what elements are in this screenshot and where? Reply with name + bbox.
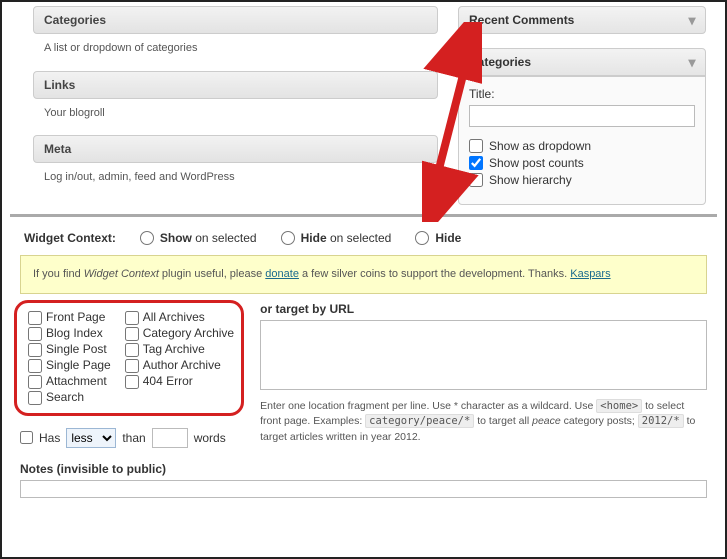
has-words-checkbox[interactable] (20, 431, 33, 444)
target-checkbox[interactable] (125, 327, 139, 341)
label: words (194, 431, 226, 445)
target-category-archive[interactable]: Category Archive (125, 326, 234, 341)
widget-title: Meta (33, 135, 438, 163)
target-label: 404 Error (143, 374, 193, 388)
available-widget-links[interactable]: Links Your blogroll (8, 71, 438, 122)
target-checkbox[interactable] (28, 327, 42, 341)
target-all-archives[interactable]: All Archives (125, 310, 234, 325)
target-label: Single Page (46, 358, 111, 372)
chevron-down-icon[interactable]: ▾ (681, 51, 703, 73)
sidebar-widget-categories-header[interactable]: Categories ▾ (458, 48, 706, 76)
target-label: Search (46, 390, 84, 404)
target-checkbox[interactable] (28, 343, 42, 357)
target-label: Category Archive (143, 326, 234, 340)
target-single-post[interactable]: Single Post (28, 342, 111, 357)
widget-title: Categories (469, 55, 531, 69)
title-input[interactable] (469, 105, 695, 127)
target-label: Front Page (46, 310, 105, 324)
torn-edge-decoration (2, 541, 725, 557)
chevron-down-icon[interactable]: ▾ (681, 9, 703, 31)
checkbox-label: Show post counts (489, 156, 584, 170)
mode-show-on-selected[interactable]: Show on selected (140, 231, 257, 245)
available-widget-categories[interactable]: Categories A list or dropdown of categor… (8, 6, 438, 57)
target-blog-index[interactable]: Blog Index (28, 326, 111, 341)
available-widgets-column: Categories A list or dropdown of categor… (8, 6, 438, 205)
label: than (122, 431, 145, 445)
target-checkbox[interactable] (125, 375, 139, 389)
mode-hide[interactable]: Hide (415, 231, 461, 245)
target-checkbox[interactable] (28, 375, 42, 389)
url-target-textarea[interactable] (260, 320, 707, 390)
word-compare-select[interactable]: lessmore (66, 428, 116, 448)
target-checkbox[interactable] (125, 311, 139, 325)
sidebar-widgets-column: Recent Comments ▾ Categories ▾ Title: Sh… (458, 6, 706, 205)
word-count-filter: Has lessmore than words (20, 428, 242, 448)
checkbox-label: Show as dropdown (489, 139, 591, 153)
target-checkbox[interactable] (28, 359, 42, 373)
target-search[interactable]: Search (28, 390, 111, 405)
target-single-page[interactable]: Single Page (28, 358, 111, 373)
show-post-counts-checkbox[interactable] (469, 156, 483, 170)
title-label: Title: (469, 87, 495, 101)
show-hierarchy-checkbox[interactable] (469, 173, 483, 187)
widget-context-panel: Widget Context: Show on selected Hide on… (10, 214, 717, 508)
target-author-archive[interactable]: Author Archive (125, 358, 234, 373)
target-checkbox[interactable] (125, 343, 139, 357)
widget-description: A list or dropdown of categories (8, 34, 438, 57)
mode-radio[interactable] (415, 231, 429, 245)
available-widget-meta[interactable]: Meta Log in/out, admin, feed and WordPre… (8, 135, 438, 186)
mode-hide-on-selected[interactable]: Hide on selected (281, 231, 392, 245)
target-checkbox[interactable] (28, 391, 42, 405)
target-checkbox[interactable] (28, 311, 42, 325)
widget-description: Your blogroll (8, 99, 438, 122)
notes-label: Notes (invisible to public) (20, 462, 707, 476)
sidebar-widget-recent-comments[interactable]: Recent Comments ▾ (458, 6, 706, 34)
target-label: Attachment (46, 374, 107, 388)
checkbox-label: Show hierarchy (489, 173, 572, 187)
widget-title: Recent Comments (469, 13, 574, 27)
url-help-text: Enter one location fragment per line. Us… (260, 399, 707, 446)
target-front-page[interactable]: Front Page (28, 310, 111, 325)
donate-notice: If you find Widget Context plugin useful… (20, 255, 707, 294)
target-label: All Archives (143, 310, 205, 324)
label: Has (39, 431, 60, 445)
donate-link[interactable]: donate (265, 268, 299, 280)
target-label: Tag Archive (143, 342, 205, 356)
widget-title: Links (33, 71, 438, 99)
target-label: Single Post (46, 342, 107, 356)
target-label: Author Archive (143, 358, 221, 372)
target-label: Blog Index (46, 326, 103, 340)
notes-textarea[interactable] (20, 480, 707, 498)
show-as-dropdown-checkbox[interactable] (469, 139, 483, 153)
sidebar-widget-categories-body: Title: Show as dropdown Show post counts… (458, 76, 706, 205)
target-attachment[interactable]: Attachment (28, 374, 111, 389)
widget-context-heading: Widget Context: (24, 231, 116, 245)
widget-description: Log in/out, admin, feed and WordPress (8, 163, 438, 186)
author-link[interactable]: Kaspars (570, 268, 610, 280)
widget-title: Categories (33, 6, 438, 34)
target-404-error[interactable]: 404 Error (125, 374, 234, 389)
url-target-label: or target by URL (260, 302, 707, 316)
word-count-input[interactable] (152, 428, 188, 448)
target-tag-archive[interactable]: Tag Archive (125, 342, 234, 357)
mode-radio[interactable] (140, 231, 154, 245)
mode-radio[interactable] (281, 231, 295, 245)
target-checkbox[interactable] (125, 359, 139, 373)
page-targets-group: Front Page Blog Index Single Post Single Pa… (20, 302, 242, 414)
